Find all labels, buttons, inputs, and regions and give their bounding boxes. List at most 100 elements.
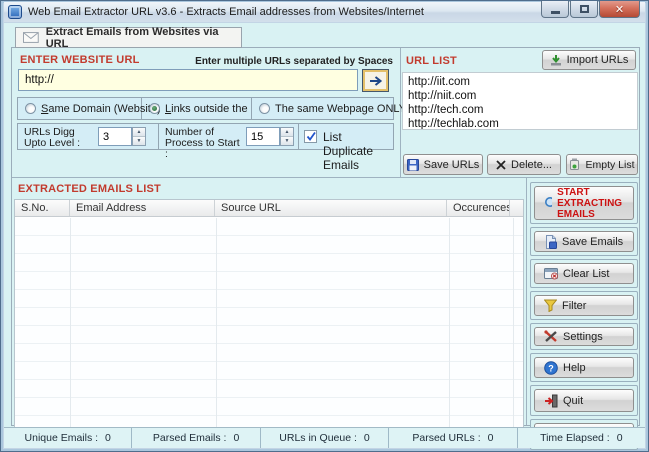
domain-scope-group: Same Domain (Website) Links outside the …	[17, 97, 394, 120]
spinner-up-icon[interactable]: ▲	[133, 128, 145, 137]
spinner-down-icon[interactable]: ▼	[281, 137, 293, 145]
status-label: Unique Emails :	[25, 432, 99, 444]
help-label: Help	[563, 362, 586, 374]
status-value: 0	[617, 432, 623, 444]
url-list-item[interactable]: http://tech.com	[403, 103, 637, 117]
radio-same-webpage-label: The same Webpage ONLY	[275, 103, 406, 115]
delete-button[interactable]: Delete...	[487, 154, 561, 175]
status-value: 0	[105, 432, 111, 444]
help-button[interactable]: ? Help	[534, 357, 634, 378]
process-count-input[interactable]	[246, 127, 280, 146]
col-extra	[510, 200, 523, 216]
tab-label: Extract Emails from Websites via URL	[46, 26, 241, 50]
import-urls-label: Import URLs	[567, 54, 629, 66]
sidebar-cell: START EXTRACTING EMAILS	[530, 182, 638, 224]
emails-table[interactable]: S.No. Email Address Source URL Occurence…	[14, 199, 524, 448]
sidebar-cell: ? Help	[530, 353, 638, 382]
list-duplicates-checkbox[interactable]	[304, 130, 317, 143]
digg-level-stepper[interactable]: ▲▼	[132, 127, 146, 146]
emails-table-header: S.No. Email Address Source URL Occurence…	[15, 200, 523, 217]
checkmark-icon	[306, 131, 317, 142]
filter-button[interactable]: Filter	[534, 295, 634, 316]
col-sno[interactable]: S.No.	[15, 200, 70, 216]
floppy-icon	[407, 159, 419, 171]
divider	[298, 124, 299, 149]
caption-buttons: ✕	[540, 1, 640, 18]
radio-links-outside-label: Links outside the	[165, 103, 248, 115]
tab-extract-emails[interactable]: Extract Emails from Websites via URL	[15, 27, 242, 48]
col-source-url[interactable]: Source URL	[215, 200, 447, 216]
maximize-button[interactable]	[570, 1, 598, 18]
go-button[interactable]	[362, 69, 389, 92]
app-window: Web Email Extractor URL v3.6 - Extracts …	[0, 0, 649, 452]
status-unique-emails: Unique Emails : 0	[4, 428, 132, 448]
radio-same-domain[interactable]: Same Domain (Website)	[18, 98, 142, 119]
digg-level-label: URLs Digg Upto Level :	[24, 127, 96, 149]
divider	[513, 218, 514, 447]
save-emails-icon	[544, 235, 557, 249]
status-parsed-emails: Parsed Emails :0	[132, 428, 260, 448]
import-urls-button[interactable]: Import URLs	[542, 50, 636, 70]
digg-level-input[interactable]	[98, 127, 132, 146]
col-occurences[interactable]: Occurences	[447, 200, 510, 216]
emails-table-body	[15, 218, 523, 447]
svg-text:?: ?	[548, 363, 554, 373]
minimize-icon	[551, 11, 560, 14]
status-time-elapsed: Time Elapsed :0	[518, 428, 645, 448]
save-emails-label: Save Emails	[562, 236, 623, 248]
sidebar-cell: Filter	[530, 291, 638, 320]
close-button[interactable]: ✕	[599, 1, 640, 18]
spinner-down-icon[interactable]: ▼	[133, 137, 145, 145]
spinner-up-icon[interactable]: ▲	[281, 128, 293, 137]
url-list-item[interactable]: http://iit.com	[403, 75, 637, 89]
clear-list-button[interactable]: Clear List	[534, 263, 634, 284]
quit-label: Quit	[563, 395, 583, 407]
start-extracting-button[interactable]: START EXTRACTING EMAILS	[534, 186, 634, 220]
radio-selected-icon	[149, 103, 160, 114]
minimize-button[interactable]	[541, 1, 569, 18]
filter-label: Filter	[562, 300, 586, 312]
options-group: URLs Digg Upto Level : ▲▼ Number of Proc…	[17, 123, 394, 150]
status-urls-in-queue: URLs in Queue : 0	[261, 428, 389, 448]
status-value: 0	[364, 432, 370, 444]
status-label: URLs in Queue :	[279, 432, 357, 444]
url-listbox[interactable]: http://iit.com http://niit.com http://te…	[402, 72, 638, 130]
close-icon: ✕	[615, 3, 624, 16]
empty-list-button[interactable]: Empty List	[566, 154, 638, 175]
titlebar: Web Email Extractor URL v3.6 - Extracts …	[4, 2, 645, 22]
col-email-address[interactable]: Email Address	[70, 200, 215, 216]
settings-button[interactable]: Settings	[534, 327, 634, 346]
empty-list-icon	[569, 158, 580, 171]
save-urls-label: Save URLs	[424, 159, 480, 171]
radio-same-webpage[interactable]: The same Webpage ONLY	[252, 98, 393, 119]
quit-button[interactable]: Quit	[534, 389, 634, 412]
url-list-item[interactable]: http://niit.com	[403, 89, 637, 103]
divider	[216, 218, 217, 447]
filter-funnel-icon	[544, 299, 557, 312]
url-input[interactable]	[18, 69, 358, 91]
help-icon: ?	[544, 361, 558, 375]
process-count-stepper[interactable]: ▲▼	[280, 127, 294, 146]
clear-list-icon	[544, 268, 558, 280]
status-bar: Unique Emails : 0 Parsed Emails :0 URLs i…	[4, 427, 645, 448]
clear-list-label: Clear List	[563, 268, 609, 280]
maximize-icon	[580, 5, 589, 13]
save-emails-button[interactable]: Save Emails	[534, 231, 634, 252]
status-parsed-urls: Parsed URLs :0	[389, 428, 517, 448]
process-count-label: Number of Process to Start :	[165, 127, 245, 160]
radio-icon	[259, 103, 270, 114]
divider	[70, 218, 71, 447]
status-value: 0	[233, 432, 239, 444]
enter-url-header: ENTER WEBSITE URL	[20, 54, 140, 66]
status-value: 0	[488, 432, 494, 444]
url-list-item[interactable]: http://techlab.com	[403, 117, 637, 130]
arrow-right-icon	[368, 75, 384, 87]
start-extracting-label: START EXTRACTING EMAILS	[557, 187, 633, 220]
divider	[526, 178, 527, 425]
settings-tools-icon	[544, 330, 558, 343]
divider	[158, 124, 159, 149]
save-urls-button[interactable]: Save URLs	[403, 154, 483, 175]
delete-x-icon	[496, 160, 506, 170]
list-duplicates-label: List Duplicate Emails	[323, 130, 393, 172]
radio-links-outside[interactable]: Links outside the	[142, 98, 252, 119]
